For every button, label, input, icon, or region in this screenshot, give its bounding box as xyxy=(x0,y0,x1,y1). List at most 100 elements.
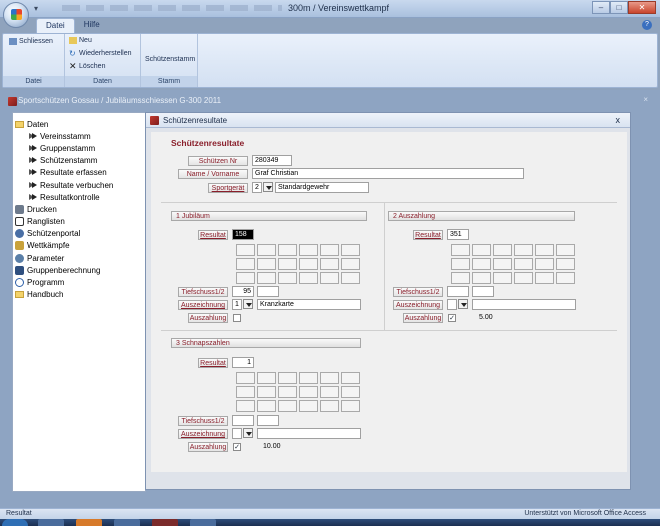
nav-item-daten[interactable]: Daten xyxy=(15,118,113,130)
sportgeraet-field[interactable]: Standardgewehr xyxy=(275,182,369,193)
name-label: Name / Vorname xyxy=(178,169,248,179)
shooter-master-button[interactable]: Schützenstamm xyxy=(145,56,195,63)
taskbar-office-icon[interactable] xyxy=(76,519,102,526)
start-button[interactable] xyxy=(2,519,28,526)
delete-button[interactable]: ✕ Löschen xyxy=(69,62,105,71)
nav-item-programm[interactable]: Programm xyxy=(15,276,113,288)
schuetzen-nr-field[interactable]: 280349 xyxy=(252,155,292,166)
schnapszahlen-tiefschuss-field[interactable] xyxy=(232,415,254,426)
jubilaeum-auszeichnung-code[interactable]: 1 xyxy=(232,299,242,310)
ribbon-group-datei: Schliessen Datei xyxy=(3,34,65,87)
schnapszahlen-shot-grid[interactable] xyxy=(236,372,360,412)
section-title-auszahlung: 2 Auszahlung xyxy=(388,211,575,221)
nav-item-handbuch[interactable]: Handbuch xyxy=(15,289,113,301)
nav-label: Gruppenberechnung xyxy=(27,265,101,275)
help-icon[interactable]: ? xyxy=(642,20,652,30)
auszahlung2-auszahlung-checkbox[interactable]: ✓ xyxy=(448,314,456,322)
new-label: Neu xyxy=(79,37,92,44)
nav-item-vereinsstamm[interactable]: Vereinsstamm xyxy=(15,130,113,142)
jubilaeum-shot-grid[interactable] xyxy=(236,244,360,284)
auszahlung2-resultat-field[interactable]: 351 xyxy=(447,229,469,240)
close-icon xyxy=(9,38,17,45)
schnapszahlen-resultat-field[interactable]: 1 xyxy=(232,357,254,368)
nav-item-resultate-verbuchen[interactable]: Resultate verbuchen xyxy=(15,179,113,191)
nav-item-wettkaempfe[interactable]: Wettkämpfe xyxy=(15,240,113,252)
jubilaeum-resultat-field[interactable]: 158 xyxy=(232,229,254,240)
close-database-label: Schliessen xyxy=(19,38,53,45)
quick-access-icon[interactable]: ▾ xyxy=(34,4,38,13)
minimize-button[interactable]: – xyxy=(592,1,610,14)
nav-item-gruppenberechnung[interactable]: Gruppenberechnung xyxy=(15,264,113,276)
jubilaeum-auszeichnung-field[interactable]: Kranzkarte xyxy=(257,299,361,310)
nav-item-schuetzenstamm[interactable]: Schützenstamm xyxy=(15,155,113,167)
tab-hilfe[interactable]: Hilfe xyxy=(75,18,109,33)
schnapszahlen-auszeichnung-code[interactable] xyxy=(232,428,242,439)
jubilaeum-auszahlung-label: Auszahlung xyxy=(188,313,228,323)
printer-icon xyxy=(15,204,24,214)
form-close-button[interactable]: x xyxy=(616,115,621,125)
access-form-icon xyxy=(8,97,17,106)
restore-icon: ↻ xyxy=(69,49,76,58)
schnapszahlen-auszeichnung-field[interactable] xyxy=(257,428,361,439)
nav-item-drucken[interactable]: Drucken xyxy=(15,203,113,215)
arrow-icon xyxy=(29,169,37,176)
close-window-button[interactable]: ✕ xyxy=(628,1,656,14)
form-window: Schützenresultate x Schützenresultate Sc… xyxy=(145,112,631,490)
jubilaeum-tiefschuss2-field[interactable] xyxy=(257,286,279,297)
group-calc-icon xyxy=(15,265,24,275)
sportgeraet-code[interactable]: 2 xyxy=(252,182,262,193)
jubilaeum-auszahlung-checkbox[interactable] xyxy=(233,314,241,322)
taskbar xyxy=(0,519,660,526)
nav-item-schuetzenportal[interactable]: Schützenportal xyxy=(15,228,113,240)
taskbar-explorer-icon[interactable] xyxy=(38,519,64,526)
taskbar-window-icon[interactable] xyxy=(190,519,216,526)
taskbar-browser-icon[interactable] xyxy=(114,519,140,526)
schnapszahlen-auszeichnung-dropdown-icon[interactable] xyxy=(243,428,253,438)
nav-label: Ranglisten xyxy=(27,217,65,227)
auszahlung2-tiefschuss-field[interactable] xyxy=(447,286,469,297)
sportgeraet-dropdown-icon[interactable] xyxy=(263,182,273,192)
auszahlung2-tiefschuss-label: Tiefschuss1/2 xyxy=(393,287,443,297)
schnapszahlen-tiefschuss2-field[interactable] xyxy=(257,415,279,426)
window-title: 300m / Vereinswettkampf xyxy=(288,3,390,13)
nav-item-parameter[interactable]: Parameter xyxy=(15,252,113,264)
jubilaeum-auszeichnung-dropdown-icon[interactable] xyxy=(243,299,253,309)
taskbar-access-app-icon[interactable] xyxy=(152,519,178,526)
auszahlung2-tiefschuss2-field[interactable] xyxy=(472,286,494,297)
nav-label: Resultatkontrolle xyxy=(40,192,100,202)
arrow-icon xyxy=(29,193,37,201)
office-button[interactable] xyxy=(3,2,29,28)
nav-item-gruppenstamm[interactable]: Gruppenstamm xyxy=(15,142,113,154)
nav-item-resultate-erfassen[interactable]: Resultate erfassen xyxy=(15,167,113,179)
schnapszahlen-auszahlung-checkbox[interactable]: ✓ xyxy=(233,443,241,451)
auszahlung2-auszahlung-label: Auszahlung xyxy=(403,313,443,323)
auszahlung2-auszeichnung-dropdown-icon[interactable] xyxy=(458,299,468,309)
restore-button[interactable]: ↻ Wiederherstellen xyxy=(69,49,132,58)
nav-label: Wettkämpfe xyxy=(27,241,70,251)
maximize-button[interactable]: □ xyxy=(610,1,628,14)
ribbon-group-daten: Neu ↻ Wiederherstellen ✕ Löschen Daten xyxy=(65,34,141,87)
ribbon-group-stamm: Schützenstamm Stamm xyxy=(141,34,198,87)
auszahlung2-resultat-label: Resultat xyxy=(413,230,443,240)
group-label-datei: Datei xyxy=(3,76,64,87)
schuetzen-nr-label: Schützen Nr xyxy=(188,156,248,166)
nav-label: Resultate verbuchen xyxy=(40,180,114,190)
nav-item-resultatkontrolle[interactable]: Resultatkontrolle xyxy=(15,191,113,203)
document-header: Sportschützen Gossau / Jubiläumsschiesse… xyxy=(4,94,656,108)
quick-access-toolbar[interactable] xyxy=(62,5,282,11)
auszahlung2-auszeichnung-code[interactable] xyxy=(447,299,457,310)
jubilaeum-auszeichnung-label: Auszeichnung xyxy=(178,300,228,310)
parameter-icon xyxy=(15,253,24,263)
tab-datei[interactable]: Datei xyxy=(36,18,75,33)
nav-item-ranglisten[interactable]: Ranglisten xyxy=(15,216,113,228)
new-button[interactable]: Neu xyxy=(69,37,92,44)
section-title-schnapszahlen: 3 Schnapszahlen xyxy=(171,338,361,348)
auszahlung2-auszeichnung-field[interactable] xyxy=(472,299,576,310)
arrow-icon xyxy=(29,157,37,164)
jubilaeum-tiefschuss-field[interactable]: 95 xyxy=(232,286,254,297)
schnapszahlen-auszeichnung-label: Auszeichnung xyxy=(178,429,228,439)
document-close-button[interactable]: × xyxy=(643,95,648,104)
close-database-button[interactable]: Schliessen xyxy=(9,38,53,45)
auszahlung2-shot-grid[interactable] xyxy=(451,244,575,284)
name-field[interactable]: Graf Christian xyxy=(252,168,524,179)
